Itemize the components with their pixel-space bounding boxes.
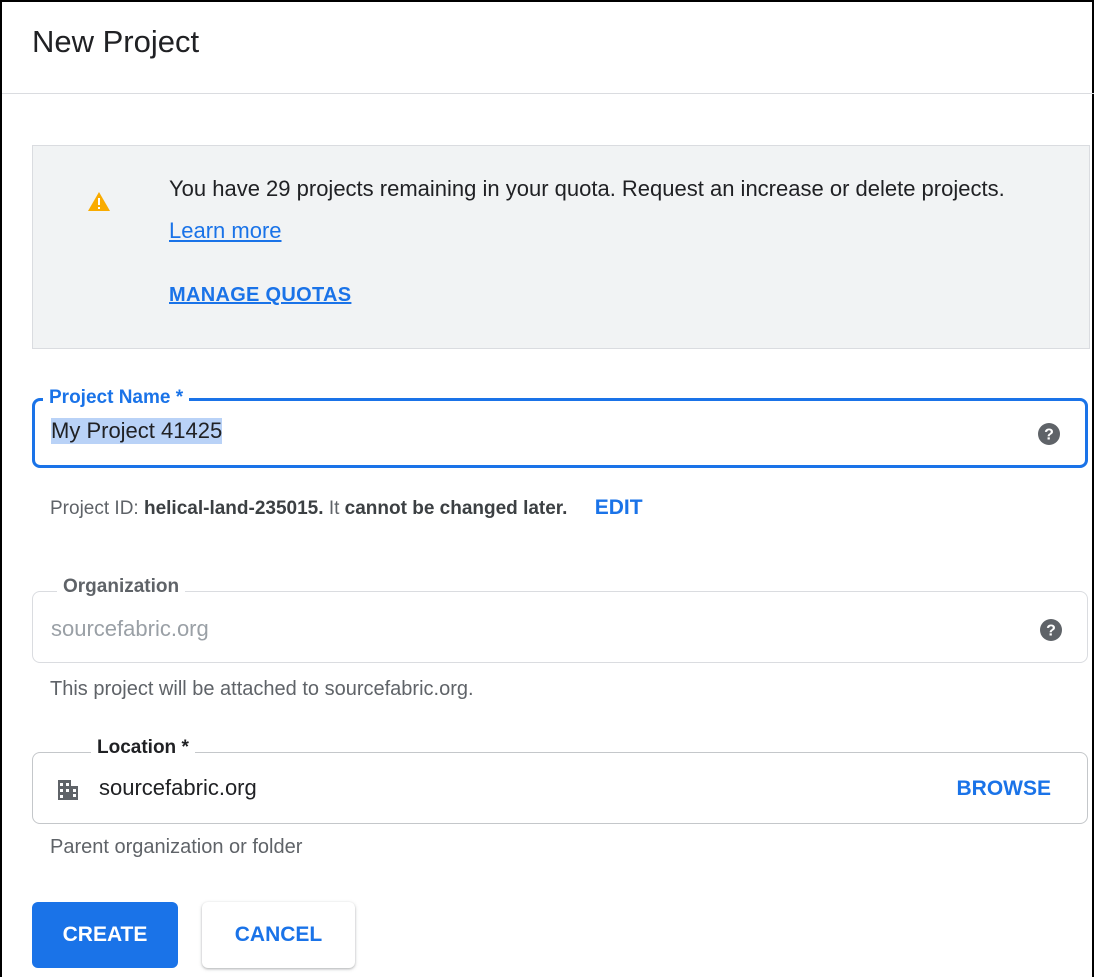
location-value: sourcefabric.org (99, 775, 257, 800)
organization-label: Organization (57, 576, 186, 598)
project-id-prefix: Project ID: (50, 498, 139, 519)
organization-field[interactable]: Organization sourcefabric.org ? (32, 576, 1088, 663)
project-name-input[interactable]: My Project 41425 (51, 418, 223, 444)
help-icon[interactable]: ? (1039, 618, 1063, 642)
project-name-label: Project Name * (43, 387, 190, 409)
quota-message: You have 29 projects remaining in your q… (169, 176, 1005, 201)
svg-text:?: ? (1044, 427, 1054, 444)
learn-more-link[interactable]: Learn more (169, 218, 282, 243)
warning-icon (88, 192, 110, 211)
dialog-frame: New Project You have 29 projects remaini… (0, 0, 1094, 977)
project-name-field[interactable]: Project Name * My Project 41425 ? (32, 387, 1088, 468)
help-icon[interactable]: ? (1037, 422, 1061, 446)
dialog-title: New Project (32, 24, 200, 59)
location-label: Location * (91, 737, 195, 759)
manage-quotas-link[interactable]: MANAGE QUOTAS (169, 284, 351, 307)
project-id-value: helical-land-235015. (143, 498, 324, 519)
cancel-button[interactable]: CANCEL (202, 902, 355, 968)
quota-notice: You have 29 projects remaining in your q… (32, 145, 1090, 349)
building-icon (58, 780, 78, 800)
quota-message-block: You have 29 projects remaining in your q… (169, 168, 1049, 252)
project-id-line: Project ID: helical-land-235015. It cann… (50, 496, 643, 520)
project-id-warning: cannot be changed later. (344, 498, 568, 519)
location-hint: Parent organization or folder (50, 836, 303, 858)
browse-button[interactable]: BROWSE (957, 777, 1052, 801)
location-field[interactable]: Location * sourcefabric.org BROWSE (32, 737, 1088, 824)
project-id-middle: It (328, 498, 340, 519)
edit-project-id-button[interactable]: EDIT (595, 496, 643, 519)
dialog-header: New Project (2, 2, 1094, 94)
organization-hint: This project will be attached to sourcef… (50, 678, 474, 700)
svg-text:?: ? (1046, 623, 1056, 640)
organization-select[interactable]: sourcefabric.org (51, 616, 209, 642)
create-button[interactable]: CREATE (32, 902, 178, 968)
